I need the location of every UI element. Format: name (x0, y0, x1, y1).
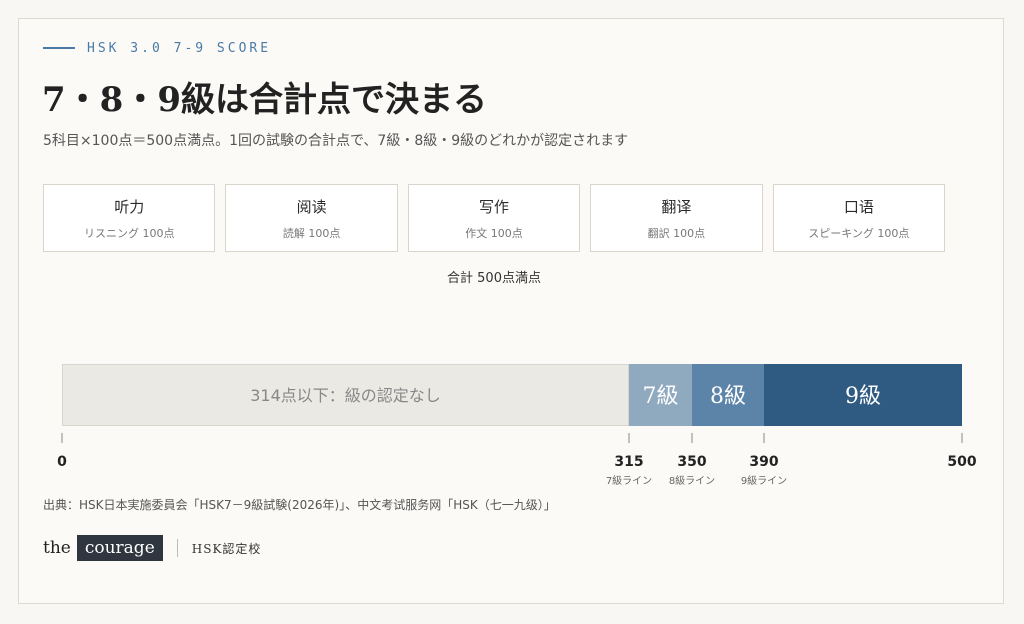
score-band-label-0: 314点以下：級の認定なし (250, 386, 441, 405)
tick-label-4: 500 (947, 454, 976, 470)
brand-logo: the courage HSK認定校 (43, 535, 261, 561)
brand-divider (176, 539, 178, 557)
score-band-label-1: 7級 (643, 384, 679, 409)
score-band-chart: 314点以下：級の認定なし 7級 8級 9級 0 315 7級ライン 350 8級ライン 390 9… (57, 364, 977, 487)
brand-courage: courage (76, 535, 163, 561)
source-citation: 出典：HSK日本実施委員会「HSK7－9級試験(2026年)」、中文考试服务网「… (43, 498, 556, 512)
brand-school: HSK認定校 (191, 541, 262, 556)
score-band-label-2: 8級 (710, 384, 746, 409)
score-band-label-3: 9級 (845, 384, 881, 409)
tick-label-2: 350 (677, 454, 706, 470)
tick-label-0: 0 (57, 454, 67, 470)
tick-label-1: 315 (614, 454, 643, 470)
tick-label-3: 390 (749, 454, 778, 470)
tick-sublabel-3: 9級ライン (741, 474, 787, 487)
brand-the: the (43, 538, 71, 558)
tick-sublabel-1: 7級ライン (606, 474, 652, 487)
tick-sublabel-2: 8級ライン (669, 474, 715, 487)
